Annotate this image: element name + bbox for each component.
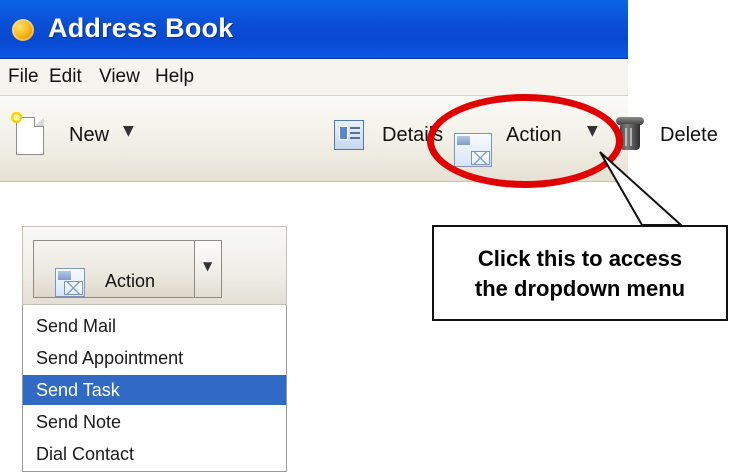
dropdown-toolbar: Action ▼	[22, 226, 287, 305]
menu-item-send-appointment[interactable]: Send Appointment	[23, 343, 286, 373]
callout-pointer-shape	[599, 151, 684, 226]
action-split-button[interactable]: Action	[33, 240, 194, 298]
callout-line-2: the dropdown menu	[474, 276, 686, 301]
callout-line-1: Click this to access	[477, 246, 683, 271]
chevron-down-icon: ▼	[203, 259, 213, 273]
callout-box: Click this to access the dropdown menu	[432, 225, 728, 321]
menu-item-send-mail[interactable]: Send Mail	[23, 311, 286, 341]
tutorial-canvas: Address Book File Edit View Help New ▼ D…	[0, 0, 735, 475]
action-dropdown-button[interactable]: ▼	[194, 240, 222, 298]
mail-action-icon	[55, 268, 85, 297]
menu-item-send-task[interactable]: Send Task	[23, 375, 286, 405]
dropdown-action-label: Action	[105, 271, 156, 291]
expanded-action-menu: Action ▼ Send Mail Send Appointment Send…	[22, 226, 287, 474]
menu-item-send-note[interactable]: Send Note	[23, 407, 286, 437]
action-menu-list: Send Mail Send Appointment Send Task Sen…	[22, 305, 287, 472]
menu-item-dial-contact[interactable]: Dial Contact	[23, 439, 286, 469]
